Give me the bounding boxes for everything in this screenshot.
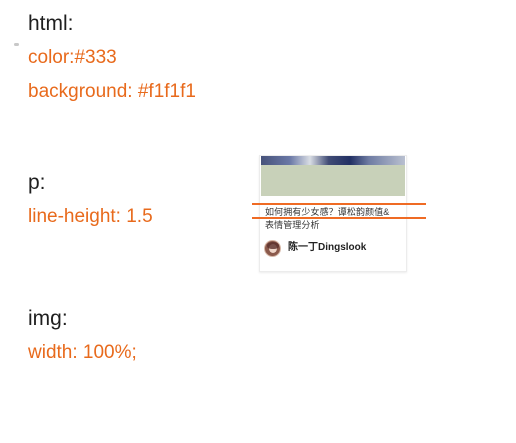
selector-img: img:	[28, 307, 68, 330]
highlight-bottom-line	[252, 217, 426, 219]
rule-img: img: width: 100%;	[28, 307, 248, 365]
avatar[interactable]	[264, 239, 281, 257]
article-card[interactable]: 如何拥有少女感？谭松韵颜值& 表情管理分析 陈一丁Dingslook	[259, 155, 407, 272]
rule-p: p: line-height: 1.5	[28, 171, 248, 229]
rule-html: html: color:#333 background: #f1f1f1	[28, 12, 248, 104]
declaration-background: background: #f1f1f1	[28, 81, 196, 102]
slide: html: color:#333 background: #f1f1f1 p: …	[0, 0, 516, 443]
declaration-color: color:#333	[28, 47, 117, 68]
author-name[interactable]: 陈一丁Dingslook	[288, 239, 366, 257]
selector-p: p:	[28, 171, 46, 194]
article-cover-image[interactable]	[261, 156, 405, 196]
cover-image-strip	[261, 156, 405, 165]
highlight-top-line	[252, 203, 426, 205]
author-row[interactable]: 陈一丁Dingslook	[264, 239, 366, 257]
speck-mark	[14, 43, 19, 46]
article-title[interactable]: 如何拥有少女感？谭松韵颜值& 表情管理分析	[265, 206, 402, 232]
selector-html: html:	[28, 12, 74, 35]
declaration-width: width: 100%;	[28, 342, 137, 363]
declaration-line-height: line-height: 1.5	[28, 206, 153, 227]
article-title-line-2: 表情管理分析	[265, 220, 320, 230]
